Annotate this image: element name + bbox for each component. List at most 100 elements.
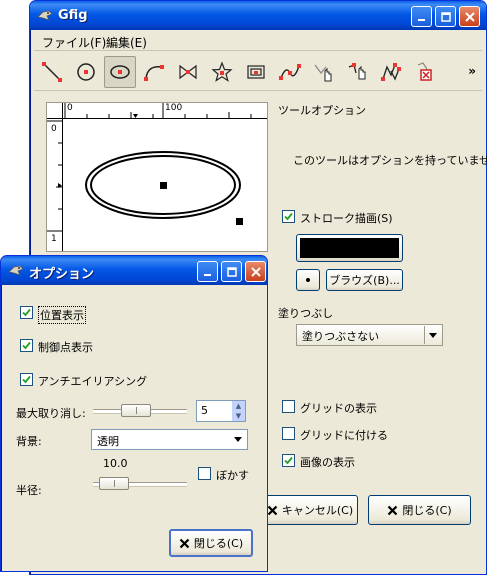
options-dialog-title: オプション — [29, 267, 95, 282]
close-x-icon — [179, 538, 190, 548]
polygon-icon — [179, 64, 197, 80]
star-tool[interactable] — [206, 56, 238, 88]
snap-grid-label: グリッドに付ける — [300, 429, 388, 442]
line-tool[interactable] — [36, 56, 68, 88]
ellipse-tool[interactable] — [104, 56, 136, 88]
maximize-button[interactable] — [435, 6, 456, 27]
background-select[interactable]: 透明 — [91, 429, 248, 450]
chevron-down-icon — [424, 326, 441, 344]
preview-canvas[interactable]: 0 100 0 1 — [46, 102, 268, 252]
ruler-corner — [47, 103, 63, 119]
menu-edit[interactable]: 編集(E) — [106, 34, 147, 51]
ruler-label-0: 0 — [67, 103, 73, 113]
polygon-tool[interactable] — [172, 56, 204, 88]
blur-label: ぼかす — [216, 469, 249, 482]
delete-object-tool[interactable] — [410, 56, 442, 88]
copy-object-icon — [381, 63, 401, 81]
gimp-app-icon — [8, 263, 24, 277]
bezier-tool[interactable] — [274, 56, 306, 88]
circle-tool[interactable] — [70, 56, 102, 88]
circle-icon — [77, 63, 95, 81]
options-close-button[interactable]: 閉じる(C) — [169, 529, 253, 557]
options-minimize-button[interactable] — [197, 261, 218, 282]
fill-select-value: 塗りつぶさない — [302, 330, 380, 343]
line-icon — [42, 62, 62, 82]
close-window-button[interactable] — [459, 6, 480, 27]
toolbar-overflow-button[interactable]: » — [468, 64, 476, 78]
ruler-horizontal: 0 100 — [63, 103, 267, 119]
antialiasing-checkbox[interactable] — [20, 373, 33, 386]
stroke-label: ストローク描画(S) — [300, 212, 393, 225]
background-label: 背景: — [16, 435, 42, 448]
ruler-ticks-vertical — [47, 120, 63, 232]
fill-select[interactable]: 塗りつぶさない — [296, 324, 443, 346]
arc-tool[interactable] — [138, 56, 170, 88]
snap-grid-checkbox[interactable] — [282, 427, 295, 440]
max-undo-slider-thumb[interactable] — [121, 404, 151, 417]
close-button-label: 閉じる(C) — [402, 504, 452, 517]
move-object-icon — [314, 64, 332, 82]
stroke-color-button[interactable] — [296, 234, 403, 262]
radius-slider-thumb[interactable] — [99, 477, 129, 490]
max-undo-spinner[interactable]: 5 ▲ ▼ — [196, 400, 246, 422]
bezier-icon — [279, 64, 301, 80]
move-point-tool[interactable] — [342, 56, 374, 88]
show-control-points-label: 制御点表示 — [38, 341, 93, 354]
close-icon — [464, 11, 475, 22]
browse-brush-label: ブラウズ(B)... — [329, 274, 400, 287]
maximize-icon — [440, 11, 451, 22]
star-icon — [211, 61, 233, 82]
spiral-tool[interactable] — [240, 56, 272, 88]
maximize-icon — [226, 266, 237, 277]
radius-label: 半径: — [16, 484, 42, 497]
show-image-label: 画像の表示 — [300, 456, 355, 469]
spin-up-icon[interactable]: ▲ — [232, 401, 245, 411]
cancel-button-label: キャンセル(C) — [281, 504, 354, 517]
spin-down-icon[interactable]: ▼ — [232, 411, 245, 421]
minimize-button[interactable] — [411, 6, 432, 27]
copy-object-tool[interactable] — [376, 56, 408, 88]
options-close-window-button[interactable] — [245, 261, 266, 282]
options-close-button-label: 閉じる(C) — [193, 537, 244, 550]
move-object-tool[interactable] — [308, 56, 340, 88]
gfig-window-title: Gfig — [58, 8, 88, 23]
ruler-label-v1: 1 — [51, 234, 57, 244]
tool-options-heading: ツールオプション — [278, 104, 366, 117]
stroke-color-swatch — [300, 238, 399, 258]
minimize-icon — [203, 273, 211, 276]
arc-icon — [144, 65, 164, 81]
check-icon — [284, 456, 293, 465]
close-button[interactable]: 閉じる(C) — [368, 495, 471, 525]
close-x-icon — [388, 505, 398, 515]
menu-file[interactable]: ファイル(F) — [42, 34, 106, 51]
gfig-titlebar[interactable]: Gfig — [30, 1, 486, 30]
fill-label: 塗りつぶし — [278, 307, 334, 320]
show-position-checkbox[interactable] — [20, 306, 33, 319]
stroke-checkbox[interactable] — [282, 210, 295, 223]
ellipse-icon — [110, 65, 130, 79]
cancel-button[interactable]: キャンセル(C) — [262, 495, 358, 525]
options-maximize-button[interactable] — [221, 261, 242, 282]
drawing-area[interactable] — [63, 119, 268, 251]
chevron-down-icon — [229, 431, 246, 448]
gimp-app-icon — [37, 8, 53, 22]
check-icon — [22, 341, 31, 350]
browse-brush-button[interactable]: ブラウズ(B)... — [326, 269, 403, 291]
menubar: ファイル(F) 編集(E) — [34, 31, 482, 51]
check-icon — [284, 212, 293, 221]
show-grid-checkbox[interactable] — [282, 400, 295, 413]
spiral-icon — [247, 65, 265, 79]
brush-preview-button[interactable] — [296, 269, 320, 291]
options-titlebar[interactable]: オプション — [1, 256, 267, 285]
show-image-checkbox[interactable] — [282, 454, 295, 467]
show-control-points-checkbox[interactable] — [20, 339, 33, 352]
move-point-icon — [348, 63, 366, 80]
ruler-label-v0: 0 — [51, 124, 57, 134]
close-icon — [250, 266, 261, 277]
ruler-vertical: 0 1 — [47, 119, 63, 251]
ellipse-center-point[interactable] — [160, 182, 167, 189]
ellipse-edge-point[interactable] — [236, 218, 243, 225]
ruler-label-100: 100 — [165, 103, 183, 113]
show-grid-label: グリッドの表示 — [300, 402, 377, 415]
blur-checkbox[interactable] — [198, 467, 211, 480]
